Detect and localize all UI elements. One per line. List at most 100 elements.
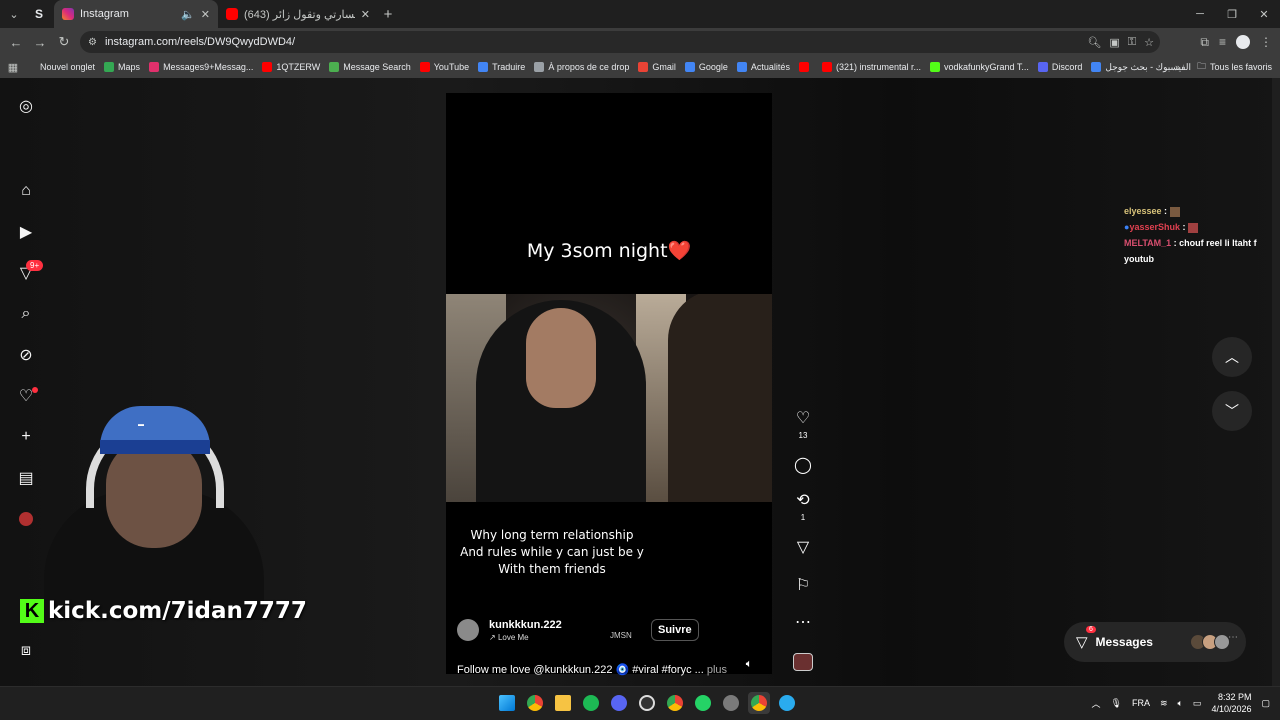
repost-icon[interactable]: ⟲ xyxy=(792,490,814,510)
follow-button[interactable]: Suivre xyxy=(651,619,699,641)
page-scrollbar[interactable] xyxy=(1272,78,1280,686)
chrome-active-icon[interactable] xyxy=(748,692,770,714)
apps-grid-icon[interactable]: ▦ xyxy=(0,61,26,74)
speaker-icon[interactable]: 🔈 xyxy=(181,8,195,21)
audio-thumbnail[interactable] xyxy=(793,653,813,671)
bookmark-item[interactable]: Actualités xyxy=(736,62,790,72)
bookmark-item[interactable]: Maps xyxy=(104,62,140,72)
instagram-logo-icon[interactable]: ◎ xyxy=(16,96,36,116)
like-icon[interactable]: ♡ xyxy=(792,408,814,428)
url-text[interactable]: instagram.com/reels/DW9QwydDWD4/ xyxy=(105,36,295,48)
more-menu-icon[interactable]: ⧈ xyxy=(16,641,36,661)
chrome-icon[interactable] xyxy=(664,692,686,714)
language-indicator[interactable]: FRA xyxy=(1132,698,1150,708)
song-label[interactable]: ↗ Love Me xyxy=(489,633,529,642)
bookmark-item[interactable]: Traduire xyxy=(478,62,525,72)
media-icon[interactable]: ≡ xyxy=(1219,35,1226,49)
bookmark-star-icon[interactable]: ☆ xyxy=(1144,36,1154,49)
clock-time: 8:32 PM xyxy=(1217,692,1252,702)
bookmark-item[interactable]: vodkafunkyGrand T... xyxy=(930,62,1029,72)
description-text: Follow me love @kunkkkun.222 🧿 #viral #f… xyxy=(457,664,704,676)
battery-icon[interactable]: ▭ xyxy=(1193,698,1202,709)
close-window-icon[interactable]: ✕ xyxy=(1248,0,1280,28)
restore-icon[interactable]: ❐ xyxy=(1216,0,1248,28)
reload-icon[interactable]: ↻ xyxy=(52,30,76,54)
spotify-icon[interactable] xyxy=(580,692,602,714)
extensions-icon[interactable]: ⧉ xyxy=(1200,35,1209,50)
bookmark-label: Discord xyxy=(1051,62,1083,72)
explore-icon[interactable]: ⊘ xyxy=(16,345,36,365)
pinned-tab[interactable]: S xyxy=(28,4,50,24)
tab-search-button[interactable]: ⌄ xyxy=(0,0,28,28)
new-tab-button[interactable]: + xyxy=(378,6,398,23)
tab-youtube[interactable]: (643) تتبع في خسارتي وتقول زائر ✕ xyxy=(218,0,378,28)
zoom-icon[interactable]: 🔍︎ xyxy=(1087,36,1101,49)
wifi-icon[interactable]: ≋ xyxy=(1160,698,1168,709)
bookmark-item[interactable]: YouTube xyxy=(419,62,469,72)
forward-icon[interactable]: → xyxy=(28,30,52,54)
close-tab-icon[interactable]: ✕ xyxy=(201,8,210,21)
chrome-icon[interactable] xyxy=(524,692,546,714)
all-bookmarks[interactable]: 🗀 Tous les favoris xyxy=(1197,59,1272,75)
bookmark-item[interactable]: À propos de ce drop xyxy=(534,62,629,72)
profile-avatar[interactable] xyxy=(1236,35,1250,49)
kick-logo-icon: K xyxy=(20,599,44,623)
chat-separator: : xyxy=(1161,206,1170,216)
obs-icon[interactable] xyxy=(636,692,658,714)
tray-overflow-icon[interactable]: ︿ xyxy=(1092,697,1101,710)
next-reel-button[interactable]: ﹀ xyxy=(1212,391,1252,431)
volume-tray-icon[interactable]: 🔈︎ xyxy=(1178,698,1183,709)
bookmark-favicon-icon xyxy=(736,62,747,72)
file-explorer-icon[interactable] xyxy=(552,692,574,714)
more-bookmarks-icon[interactable]: » xyxy=(1175,62,1180,72)
volume-icon[interactable]: 🔈︎ xyxy=(742,658,756,672)
reels-icon[interactable]: ▶ xyxy=(16,222,36,242)
reel-video[interactable] xyxy=(446,294,772,502)
search-icon[interactable]: ⌕ xyxy=(16,304,36,324)
previous-reel-button[interactable]: ︿ xyxy=(1212,337,1252,377)
bookmark-item[interactable]: Gmail xyxy=(638,62,676,72)
password-key-icon[interactable]: ⚿ xyxy=(1128,36,1136,49)
reel-player[interactable]: My 3som night❤️ Why long term relationsh… xyxy=(446,93,772,676)
stream-chat-overlay: elyessee : ●yasserShuk : MELTAM_1 : chou… xyxy=(1124,203,1280,267)
notification-badge: 9+ xyxy=(26,260,44,271)
author-username[interactable]: kunkkkun.222 xyxy=(489,619,562,631)
address-bar[interactable]: ⚙ instagram.com/reels/DW9QwydDWD4/ 🔍︎ ▣ … xyxy=(80,31,1160,53)
save-icon[interactable]: ⚐ xyxy=(792,575,814,595)
bookmark-item[interactable]: Messages9+Messag... xyxy=(149,62,253,72)
bookmark-item[interactable]: Discord xyxy=(1037,62,1083,72)
bookmark-item[interactable]: Nouvel onglet xyxy=(26,62,95,72)
clock[interactable]: 8:32 PM 4/10/2026 xyxy=(1211,691,1251,715)
notifications-icon[interactable]: ▢ xyxy=(1261,698,1270,709)
home-icon[interactable]: ⌂ xyxy=(16,181,36,201)
more-link[interactable]: plus xyxy=(707,664,727,676)
cast-icon[interactable]: ▣ xyxy=(1109,36,1119,49)
chat-user: yasserShuk xyxy=(1129,222,1180,232)
author-avatar[interactable] xyxy=(457,619,479,641)
whatsapp-icon[interactable] xyxy=(692,692,714,714)
more-options-icon[interactable]: ⋯ xyxy=(792,612,814,632)
bookmark-item[interactable]: (321) instrumental r... xyxy=(821,62,921,72)
start-icon[interactable] xyxy=(496,692,518,714)
back-icon[interactable]: ← xyxy=(4,30,28,54)
cap-logo: ▬ xyxy=(138,422,144,428)
bookmark-item[interactable] xyxy=(798,62,813,72)
bookmark-favicon-icon xyxy=(26,62,36,72)
caption-line: With them friends xyxy=(498,562,606,576)
menu-icon[interactable]: ⋮ xyxy=(1260,35,1272,49)
bookmark-item[interactable]: 1QTZERW xyxy=(262,62,320,72)
bookmark-item[interactable]: Message Search xyxy=(329,62,411,72)
share-icon[interactable]: ▽ xyxy=(792,537,814,557)
close-tab-icon[interactable]: ✕ xyxy=(361,8,370,21)
telegram-icon[interactable] xyxy=(776,692,798,714)
messages-button[interactable]: ▽ 6 Messages ⋯ xyxy=(1064,622,1246,662)
discord-icon[interactable] xyxy=(608,692,630,714)
comment-icon[interactable]: ◯ xyxy=(792,455,814,475)
bookmark-item[interactable]: Google xyxy=(684,62,728,72)
microphone-icon[interactable]: 🎙︎ xyxy=(1111,698,1122,709)
site-info-icon[interactable]: ⚙ xyxy=(88,37,97,48)
settings-icon[interactable] xyxy=(720,692,742,714)
reel-caption-top: My 3som night❤️ xyxy=(526,240,692,262)
minimize-icon[interactable]: ─ xyxy=(1184,0,1216,28)
tab-instagram[interactable]: Instagram 🔈 ✕ xyxy=(54,0,218,28)
